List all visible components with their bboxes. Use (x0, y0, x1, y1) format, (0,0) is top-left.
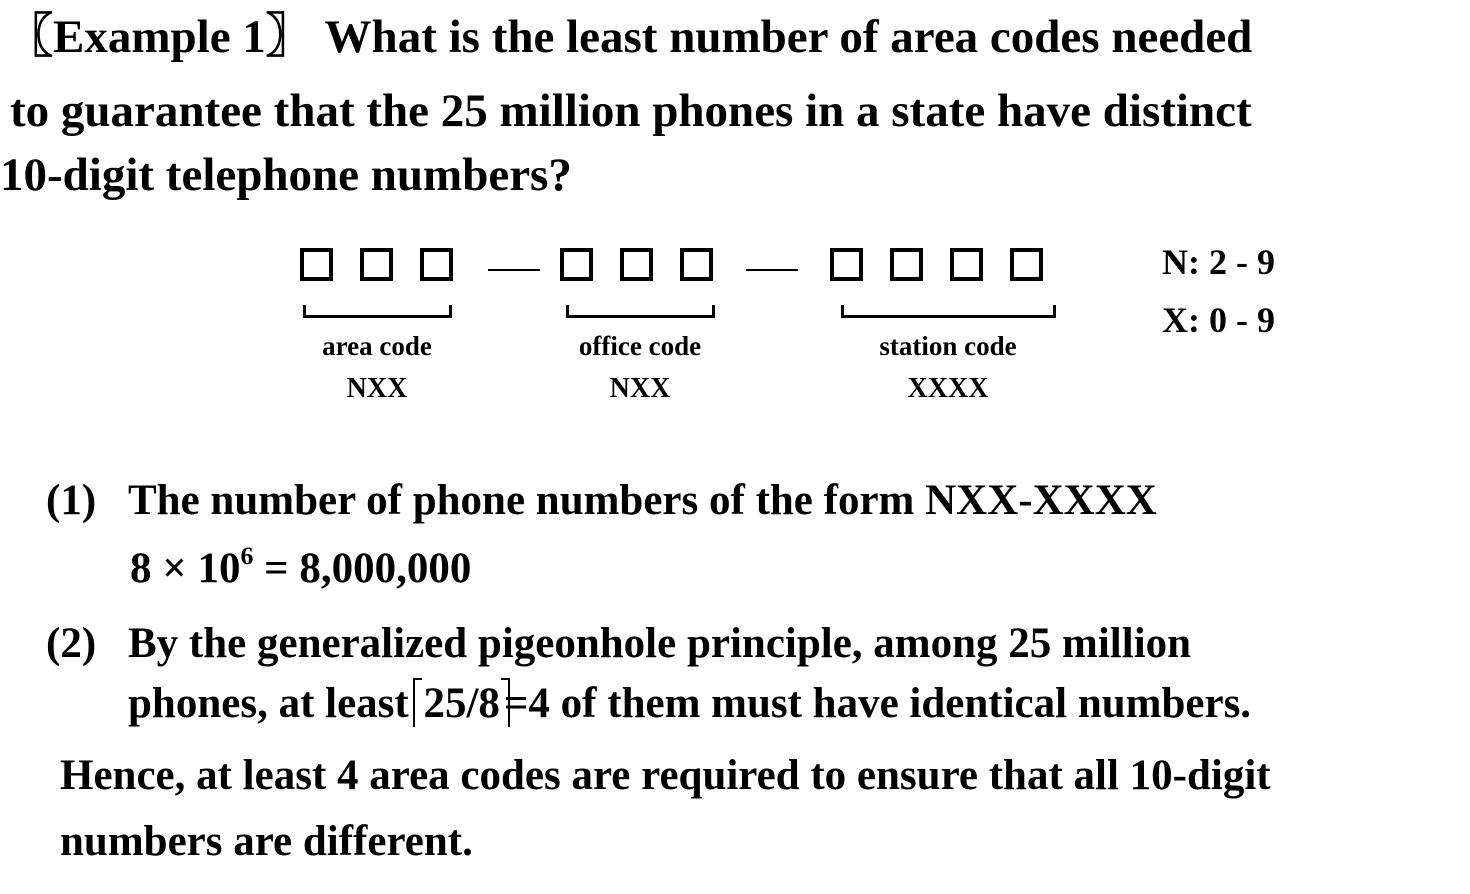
formula-result: = 8,000,000 (253, 545, 472, 592)
station-code-pattern: XXXX (907, 373, 989, 404)
separator-dash (746, 269, 798, 271)
digit-box (950, 248, 983, 281)
digit-box (560, 248, 593, 281)
legend-n-range: N: 2 - 9 (1162, 242, 1275, 282)
digit-box (830, 248, 863, 281)
step-1-formula: 8 × 106 = 8,000,000 (130, 543, 472, 592)
area-code-bracket (303, 305, 452, 318)
digit-box (420, 248, 453, 281)
question-line-3: 10-digit telephone numbers? (0, 149, 572, 201)
area-code-pattern: NXX (346, 373, 408, 404)
digit-box (300, 248, 333, 281)
conclusion-line-1: Hence, at least 4 area codes are require… (60, 752, 1271, 799)
step-1-number: (1) (46, 477, 97, 524)
digit-box (620, 248, 653, 281)
step-2-number: (2) (46, 620, 97, 667)
office-code-pattern: NXX (609, 373, 671, 404)
digit-box (360, 248, 393, 281)
question-line-2: to guarantee that the 25 million phones … (10, 85, 1252, 137)
step-2-line-2-pre: phones, at least (128, 680, 409, 727)
station-code-label: station code (879, 331, 1017, 361)
legend-x-range: X: 0 - 9 (1162, 300, 1275, 340)
separator-dash (488, 269, 540, 271)
question-line-1: 〖Example 1〗 What is the least number of … (6, 11, 1253, 63)
formula-base: 8 × 10 (130, 545, 241, 592)
ceiling-expression: 25/8 (413, 678, 511, 727)
station-code-bracket (841, 305, 1056, 318)
digit-box (1010, 248, 1043, 281)
step-2-line-2-post: =4 of them must have identical numbers. (503, 680, 1252, 727)
digit-box (680, 248, 713, 281)
office-code-bracket (566, 305, 715, 318)
step-2-line-2: phones, at least 25/8=4 of them must hav… (128, 678, 1252, 727)
office-code-label: office code (578, 331, 702, 361)
step-1-text: The number of phone numbers of the form … (128, 477, 1157, 524)
conclusion-line-2: numbers are different. (60, 818, 473, 865)
area-code-label: area code (322, 331, 432, 361)
digit-box (890, 248, 923, 281)
step-2-line-1: By the generalized pigeonhole principle,… (128, 620, 1192, 667)
formula-exponent: 6 (240, 540, 254, 570)
